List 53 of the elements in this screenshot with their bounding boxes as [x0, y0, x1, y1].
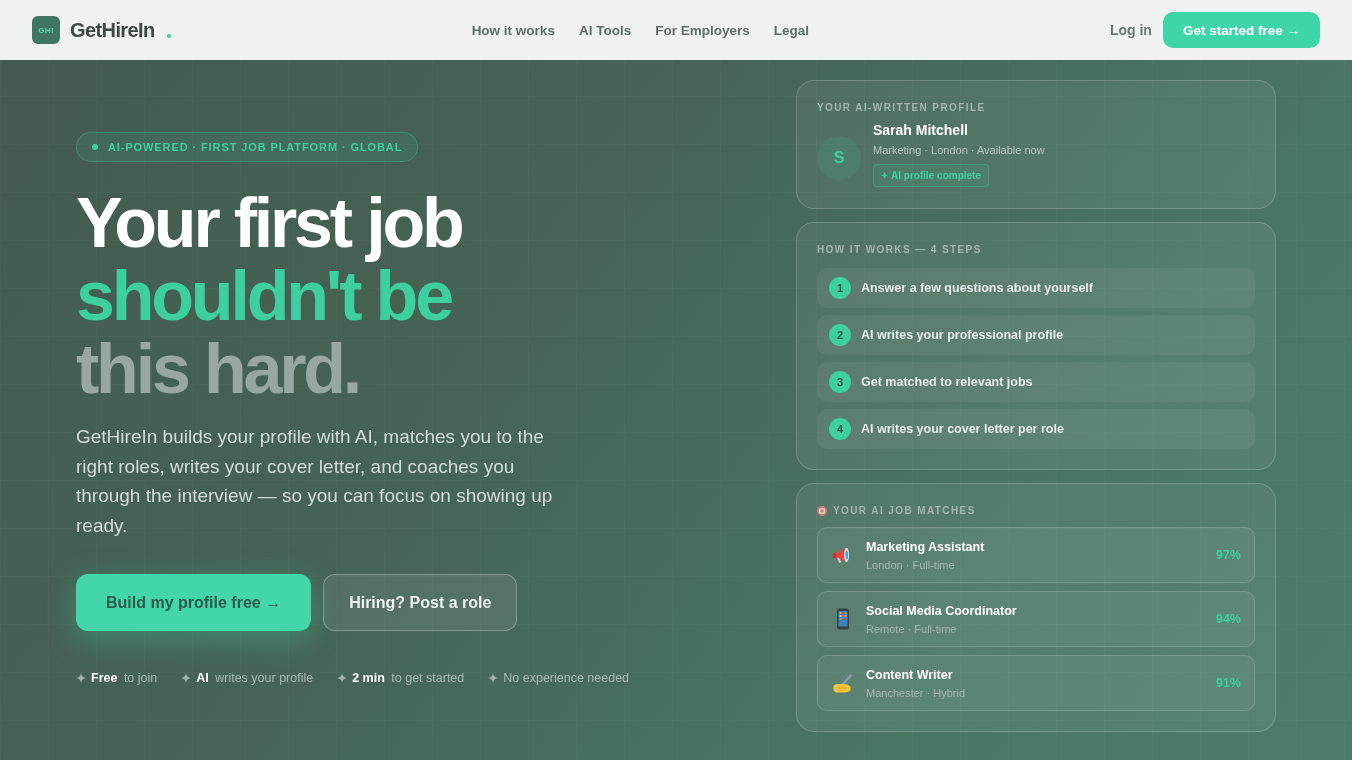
hero-description: GetHireIn builds your profile with AI, matches you to the right roles, writes your cover letter, and coaches you through the interview — so you can focus on showing up ready. [76, 425, 554, 538]
badge-text: AI profile complete [891, 170, 981, 181]
step-number: 1 [829, 277, 851, 299]
feature-text: No experience needed [503, 671, 630, 685]
profile-name: Sarah Mitchell [873, 122, 969, 138]
step-text: Get matched to relevant jobs [861, 375, 1033, 389]
login-link[interactable]: Log in [1109, 22, 1152, 38]
step-number: 4 [829, 418, 851, 440]
card-heading: HOW IT WORKS — 4 STEPS [817, 244, 983, 255]
nav-link[interactable]: AI Tools [578, 22, 632, 38]
sparkle-icon [76, 673, 86, 683]
job-title: Marketing Assistant [866, 539, 986, 554]
card-heading: YOUR AI JOB MATCHES [833, 505, 976, 516]
step-text: AI writes your cover letter per role [861, 422, 1064, 436]
step-number: 3 [829, 371, 851, 393]
avatar-initial: S [817, 135, 861, 180]
headline-line: this hard. [76, 333, 360, 406]
match-percent: 97% [1215, 548, 1241, 562]
job-title: Social Media Coordinator [866, 603, 1018, 618]
sparkle-icon [488, 673, 499, 683]
nav-link[interactable]: For Employers [655, 22, 750, 38]
step-text: Answer a few questions about yourself [861, 281, 1093, 295]
match-percent: 91% [1215, 676, 1241, 690]
sparkle-icon [181, 673, 192, 683]
feature-text: Free to join [91, 671, 158, 685]
job-match-row[interactable]: Marketing Assistant London · Full-time 97% [817, 527, 1255, 583]
dot-icon [92, 144, 98, 150]
feature-text: AI writes your profile [196, 671, 314, 685]
target-icon [817, 505, 827, 516]
match-percent: 94% [1215, 612, 1241, 626]
job-details: London · Full-time [866, 558, 956, 571]
job-title: Content Writer [866, 667, 954, 682]
tagline-text: AI-POWERED · FIRST JOB PLATFORM · GLOBAL [108, 141, 403, 153]
sparkle-icon [881, 172, 888, 179]
feature-text: 2 min to get started [352, 671, 465, 685]
dot-icon [166, 33, 171, 38]
build-profile-button[interactable]: Build my profile free → [76, 574, 312, 631]
writing-hand-icon [831, 671, 855, 695]
headline-line: Your first job [76, 187, 462, 260]
profile-details: Marketing · London · Available now [873, 144, 1045, 156]
brand-name[interactable]: GetHireIn [70, 18, 155, 42]
nav-link[interactable]: How it works [471, 22, 555, 38]
job-match-row[interactable]: Social Media Coordinator Remote · Full-time 94% [817, 591, 1255, 647]
job-match-row[interactable]: Content Writer Manchester · Hybrid 91% [817, 655, 1255, 711]
sparkle-icon [337, 673, 348, 683]
job-details: Manchester · Hybrid [866, 686, 967, 699]
job-details: Remote · Full-time [866, 622, 958, 635]
logo-mark[interactable]: GHI [32, 16, 60, 44]
step-number: 2 [829, 324, 851, 346]
step-text: AI writes your professional profile [861, 328, 1064, 342]
card-heading: YOUR AI-WRITTEN PROFILE [817, 102, 987, 113]
nav-link[interactable]: Legal [773, 22, 809, 38]
post-role-button[interactable]: Hiring? Post a role [323, 574, 518, 631]
